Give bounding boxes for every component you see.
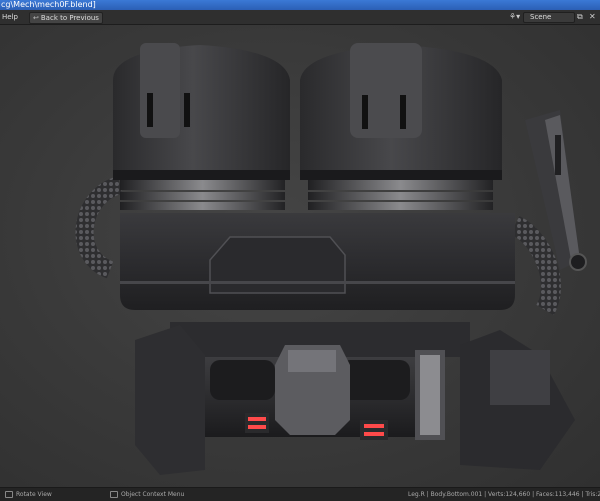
left-hose (75, 176, 123, 279)
status-bar: Rotate View Object Context Menu Leg.R | … (0, 487, 600, 501)
status-context-menu: Object Context Menu (110, 488, 184, 501)
context-menu-hint: Object Context Menu (121, 491, 185, 498)
back-to-previous-label: Back to Previous (40, 14, 99, 22)
mech-render (75, 43, 587, 475)
right-hose (509, 216, 561, 316)
mouse-icon (5, 491, 13, 498)
lower-section (135, 322, 575, 475)
window-title: cg\Mech\mech0F.blend] (1, 0, 96, 9)
indicator-light-left-1 (248, 417, 266, 421)
main-body (120, 213, 515, 310)
indicator-light-left-2 (248, 425, 266, 429)
status-rotate-view: Rotate View (5, 488, 52, 501)
right-cylinder (300, 43, 502, 210)
left-cylinder (113, 43, 290, 210)
back-to-previous-button[interactable]: ↩ Back to Previous (29, 12, 103, 24)
scene-statistics: Leg.R | Body.Bottom.001 | Verts:124,660 … (408, 491, 600, 498)
menu-help[interactable]: Help (2, 13, 18, 21)
top-menu-bar: Help ↩ Back to Previous ⚘▾ Scene ⧉ ✕ (0, 10, 600, 25)
add-scene-icon[interactable]: ⧉ (577, 12, 585, 22)
remove-scene-icon[interactable]: ✕ (589, 12, 597, 22)
mouse-right-icon (110, 491, 118, 498)
scene-name-field[interactable]: Scene (523, 12, 575, 23)
scene-type-icon[interactable]: ⚘▾ (509, 12, 521, 22)
back-arrow-icon: ↩ (33, 14, 39, 22)
scene-selector: ⚘▾ Scene ⧉ ✕ (505, 12, 600, 23)
indicator-light-right-2 (364, 432, 384, 436)
window-title-bar: cg\Mech\mech0F.blend] (0, 0, 600, 10)
rotate-view-hint: Rotate View (16, 491, 52, 498)
3d-viewport[interactable] (0, 25, 600, 487)
indicator-light-right-1 (364, 424, 384, 428)
